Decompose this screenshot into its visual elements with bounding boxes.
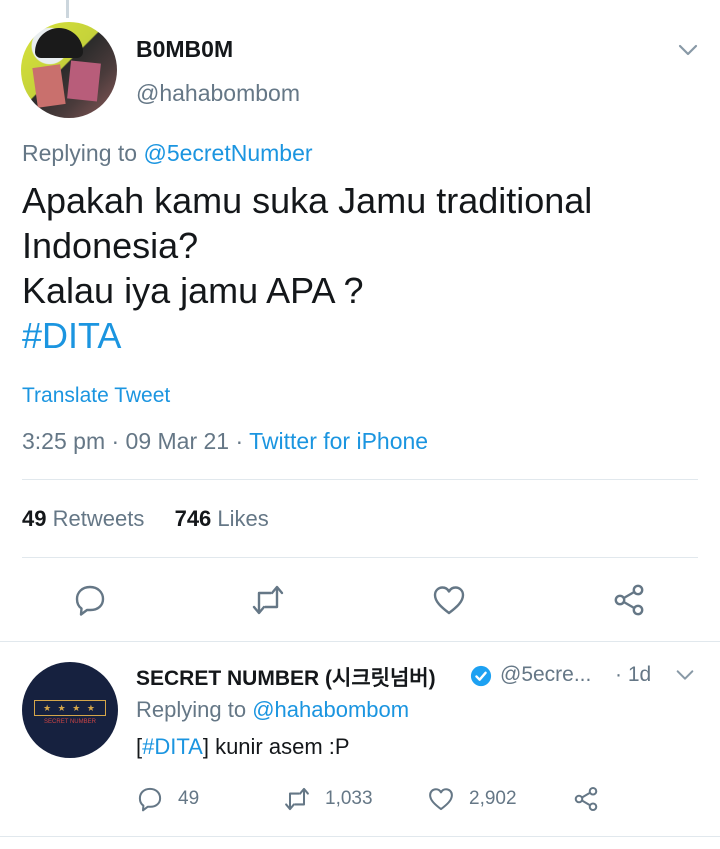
reply-author-handle[interactable]: @5ecre... <box>500 663 591 687</box>
reply-share-action[interactable] <box>572 784 600 814</box>
like-count: 2,902 <box>469 788 517 809</box>
likes-count: 746 <box>174 506 212 531</box>
retweet-count: 1,033 <box>325 788 373 809</box>
hashtag-link[interactable]: #DITA <box>142 734 203 759</box>
tweet-text-line: Indonesia? <box>22 225 199 266</box>
translate-tweet-link[interactable]: Translate Tweet <box>22 384 170 408</box>
divider <box>0 641 720 642</box>
retweet-icon[interactable] <box>250 582 286 618</box>
replying-prefix: Replying to <box>136 697 247 722</box>
like-icon[interactable] <box>431 582 467 618</box>
divider <box>22 479 698 480</box>
reply-time[interactable]: · 1d <box>615 663 651 687</box>
retweets-stat[interactable]: 49 Retweets <box>22 506 144 531</box>
retweets-label: Retweets <box>52 506 145 531</box>
reply-author-avatar[interactable]: ★ ★ ★ ★ SECRET NUMBER <box>22 662 118 758</box>
author-name[interactable]: B0MB0M <box>136 36 233 63</box>
thread-connector-line <box>66 0 69 18</box>
tweet-text: Apakah kamu suka Jamu traditional Indone… <box>22 178 702 358</box>
share-icon <box>574 786 598 812</box>
tweet-text-line: Apakah kamu suka Jamu traditional <box>22 180 593 221</box>
divider <box>22 557 698 558</box>
reply-text-body: ] kunir asem :P <box>202 734 350 759</box>
replying-to-line: Replying to @5ecretNumber <box>22 140 313 167</box>
reply-text: [#DITA] kunir asem :P <box>136 734 350 760</box>
reply-like-action[interactable]: 2,902 <box>427 784 517 814</box>
author-avatar[interactable] <box>21 22 117 118</box>
avatar-logo-text: SECRET NUMBER <box>44 719 96 725</box>
reply-retweet-action[interactable]: 1,033 <box>283 784 373 814</box>
reply-icon <box>138 787 162 812</box>
reply-count: 49 <box>178 788 200 809</box>
reply-replying-to-line: Replying to @hahabombom <box>136 697 409 723</box>
retweet-icon <box>285 787 309 811</box>
divider <box>0 836 720 837</box>
tweet-stats: 49 Retweets 746 Likes <box>22 506 269 532</box>
reply-author-name[interactable]: SECRET NUMBER (시크릿넘버) <box>136 662 436 692</box>
verified-badge-icon <box>470 665 492 687</box>
tweet-timestamp: 3:25 pm · 09 Mar 21 · <box>22 428 250 454</box>
retweets-count: 49 <box>22 506 47 531</box>
tweet-text-line: Kalau iya jamu APA ? <box>22 270 364 311</box>
replying-prefix: Replying to <box>22 140 138 166</box>
share-icon[interactable] <box>611 582 647 618</box>
tweet-meta: 3:25 pm · 09 Mar 21 · Twitter for iPhone <box>22 428 428 455</box>
likes-label: Likes <box>217 506 269 531</box>
avatar-logo-stars: ★ ★ ★ ★ <box>43 703 97 713</box>
reply-icon[interactable] <box>72 582 108 618</box>
replying-to-link[interactable]: @5ecretNumber <box>143 140 312 166</box>
tweet-source-link[interactable]: Twitter for iPhone <box>249 428 428 454</box>
replying-to-link[interactable]: @hahabombom <box>252 697 409 722</box>
author-handle[interactable]: @hahabombom <box>136 80 300 107</box>
like-icon <box>429 788 453 811</box>
reply-reply-action[interactable]: 49 <box>136 784 199 814</box>
chevron-down-icon[interactable] <box>676 38 700 62</box>
avatar-photo-card <box>32 64 66 108</box>
avatar-photo-card <box>67 60 101 102</box>
chevron-down-icon[interactable] <box>674 664 696 686</box>
hashtag-link[interactable]: #DITA <box>22 313 702 358</box>
likes-stat[interactable]: 746 Likes <box>175 506 269 531</box>
avatar-hat-shape <box>35 28 83 58</box>
